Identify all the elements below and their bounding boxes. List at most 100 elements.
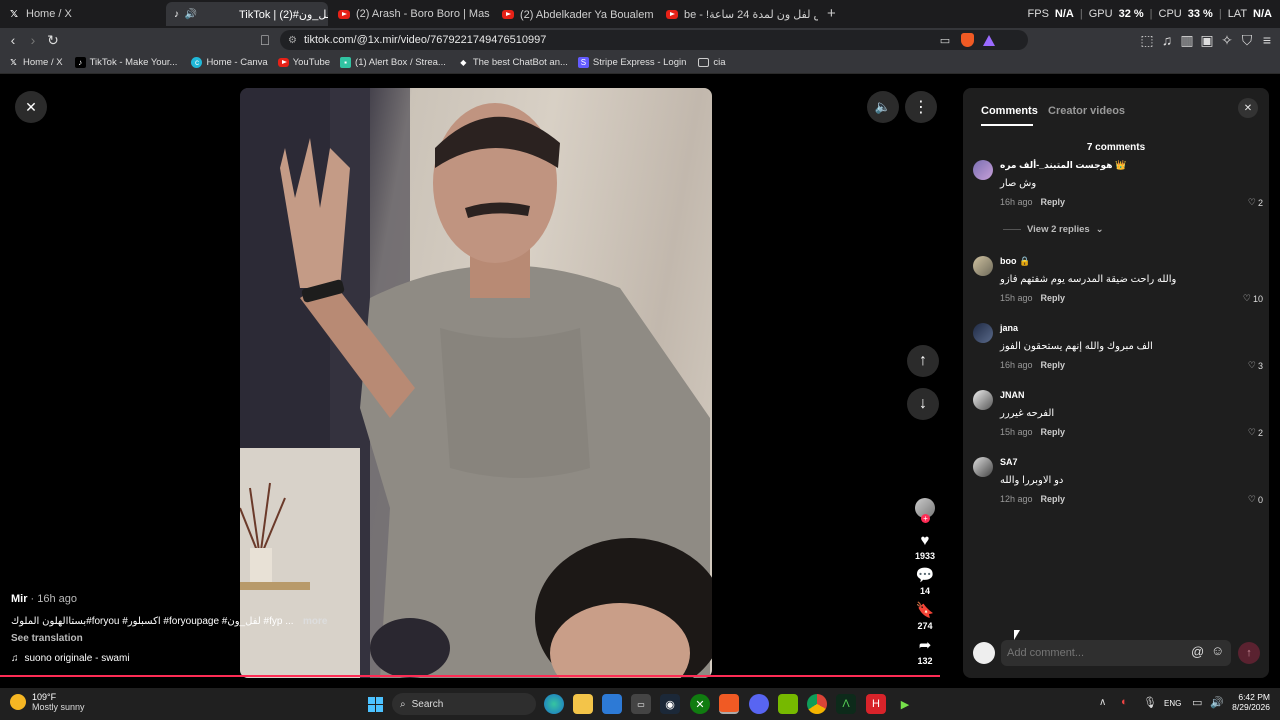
bookmark-alertbox[interactable]: ▪ (1) Alert Box / Strea...	[340, 57, 446, 68]
previous-video-button[interactable]: ↑	[907, 345, 939, 377]
extensions-icon[interactable]: ⬚	[1138, 32, 1156, 48]
start-icon[interactable]	[365, 694, 385, 714]
tab-x-home[interactable]: 𝕏 Home / X	[0, 2, 165, 26]
tab-youtube-arash[interactable]: (2) Arash - Boro Boro | Masion Remix	[330, 2, 490, 26]
next-video-button[interactable]: ↓	[907, 388, 939, 420]
video-player[interactable]	[240, 88, 712, 678]
volume-icon[interactable]: 🔊	[1210, 696, 1224, 709]
clock[interactable]: 6:42 PM 8/29/2026	[1230, 692, 1270, 712]
close-video-button[interactable]: ✕	[15, 91, 47, 123]
current-user-avatar[interactable]	[973, 642, 995, 664]
mute-button[interactable]: 🔈	[867, 91, 899, 123]
author-name[interactable]: Mir	[11, 593, 28, 605]
tab-youtube-level1[interactable]: صرت رئيس لفل ون لمدة 24 ساعة! - be	[658, 2, 818, 26]
bookmark-stripe[interactable]: S Stripe Express - Login	[577, 57, 686, 68]
network-icon[interactable]: ▭	[1192, 696, 1202, 709]
new-tab-button[interactable]: +	[827, 5, 836, 22]
view-replies-button[interactable]: View 2 replies ⌄	[1003, 224, 1104, 235]
tab-creator-videos[interactable]: Creator videos	[1048, 105, 1125, 117]
mic-icon[interactable]: 🎙	[1143, 696, 1157, 709]
vpn-icon[interactable]: ⛉	[1238, 32, 1256, 48]
avatar[interactable]	[973, 457, 993, 477]
share-action[interactable]: ➦ 132	[912, 636, 938, 666]
like-action[interactable]: ♥ 1933	[912, 532, 938, 561]
comment-author[interactable]: boo 🔒	[1000, 256, 1030, 267]
reply-button[interactable]: Reply	[1041, 427, 1066, 437]
tab-comments[interactable]: Comments	[981, 105, 1038, 117]
weather-widget[interactable]: 109°F Mostly sunny	[10, 692, 85, 712]
file-explorer-icon[interactable]	[573, 694, 593, 714]
url-bar[interactable]: ⚙ tiktok.com/@1x.mir/video/7679221749476…	[280, 30, 1028, 50]
reply-button[interactable]: Reply	[1041, 197, 1066, 207]
terminal-icon[interactable]: ▭	[631, 694, 651, 714]
music-icon[interactable]: ♫	[1158, 32, 1176, 48]
app-red-icon[interactable]: H	[866, 694, 886, 714]
discord-icon[interactable]	[749, 694, 769, 714]
comment-author[interactable]: SA7	[1000, 457, 1018, 467]
sidebar-icon[interactable]: ▥	[1178, 32, 1196, 48]
caption-more-button[interactable]: more	[303, 616, 327, 627]
app-icon[interactable]: Λ	[836, 694, 856, 714]
forward-icon[interactable]: ›	[24, 32, 42, 48]
comment-author[interactable]: هوجست المتبند_-ألف مره 👑	[1000, 160, 1126, 171]
leo-ai-icon[interactable]: ✧	[1218, 32, 1236, 48]
add-comment-input[interactable]	[1007, 644, 1177, 662]
reply-button[interactable]: Reply	[1041, 494, 1066, 504]
site-info-icon[interactable]: ⚙	[288, 35, 297, 46]
mention-icon[interactable]: @	[1191, 644, 1204, 659]
store-icon[interactable]	[602, 694, 622, 714]
more-options-button[interactable]: ⋮	[905, 91, 937, 123]
video-progress-track[interactable]	[0, 675, 940, 677]
wallet-icon[interactable]: ▣	[1198, 32, 1216, 48]
speaker-icon[interactable]: 🔊	[185, 8, 197, 20]
sound-line[interactable]: ♫ suono originale - swami	[11, 653, 130, 664]
reply-button[interactable]: Reply	[1041, 360, 1066, 370]
bookmark-icon[interactable]: ⎕	[256, 32, 274, 48]
reply-button[interactable]: Reply	[1041, 293, 1066, 303]
tab-tiktok[interactable]: ♪ 🔊 TikTok | لفل_ون#(2) ✕	[166, 2, 328, 26]
language-indicator[interactable]: ENG	[1164, 699, 1181, 708]
xbox-icon[interactable]: ✕	[690, 694, 710, 714]
emoji-icon[interactable]: ☺	[1211, 643, 1224, 658]
comment-action[interactable]: 💬 14	[912, 566, 938, 596]
comment-author[interactable]: jana	[1000, 323, 1018, 333]
add-comment-box[interactable]: @ ☺	[1001, 640, 1231, 666]
comment-like[interactable]: ♡ 3	[1248, 360, 1263, 371]
chrome-icon[interactable]	[807, 694, 827, 714]
tray-app-icon[interactable]: ◐	[1121, 696, 1128, 708]
bookmark-tiktok[interactable]: ♪ TikTok - Make Your...	[74, 57, 177, 68]
comment-like[interactable]: ♡ 2	[1248, 427, 1263, 438]
avatar[interactable]	[973, 160, 993, 180]
avatar[interactable]	[973, 323, 993, 343]
post-comment-button[interactable]: ↑	[1238, 642, 1260, 664]
brave-shield-icon[interactable]	[958, 32, 976, 48]
bookmark-canva[interactable]: c Home - Canva	[191, 57, 268, 68]
cast-icon[interactable]: ▭	[936, 32, 954, 48]
taskbar-search[interactable]: ⌕ Search	[392, 693, 536, 715]
edge-icon[interactable]	[544, 694, 564, 714]
brave-icon[interactable]	[719, 694, 739, 714]
comment-author[interactable]: JNAN	[1000, 390, 1025, 400]
comment-like[interactable]: ♡ 0	[1248, 494, 1263, 505]
bookmark-chatbot[interactable]: ◆ The best ChatBot an...	[458, 57, 568, 68]
avatar[interactable]	[973, 256, 993, 276]
steam-icon[interactable]: ◉	[660, 694, 680, 714]
close-panel-button[interactable]: ✕	[1238, 98, 1258, 118]
avatar[interactable]	[973, 390, 993, 410]
bookmark-x-home[interactable]: 𝕏 Home / X	[8, 57, 62, 68]
follow-plus-icon[interactable]: +	[921, 514, 930, 523]
save-action[interactable]: 🔖 274	[912, 601, 938, 631]
reload-icon[interactable]: ↻	[44, 32, 62, 48]
play-icon[interactable]: ▶	[895, 694, 915, 714]
nvidia-icon[interactable]	[778, 694, 798, 714]
back-icon[interactable]: ‹	[4, 32, 22, 48]
bookmark-youtube[interactable]: YouTube	[277, 57, 330, 68]
bookmark-folder-cia[interactable]: cia	[698, 57, 726, 68]
brave-rewards-icon[interactable]	[980, 32, 998, 48]
tray-chevron-icon[interactable]: ∧	[1099, 697, 1106, 708]
menu-icon[interactable]: ≡	[1258, 32, 1276, 48]
comment-like[interactable]: ♡ 2	[1248, 197, 1263, 208]
comment-like[interactable]: ♡ 10	[1243, 293, 1263, 304]
tab-youtube-abdelkader[interactable]: (2) Abdelkader Ya Boualem - بوعلام	[494, 2, 654, 26]
see-translation-link[interactable]: See translation	[11, 633, 83, 644]
